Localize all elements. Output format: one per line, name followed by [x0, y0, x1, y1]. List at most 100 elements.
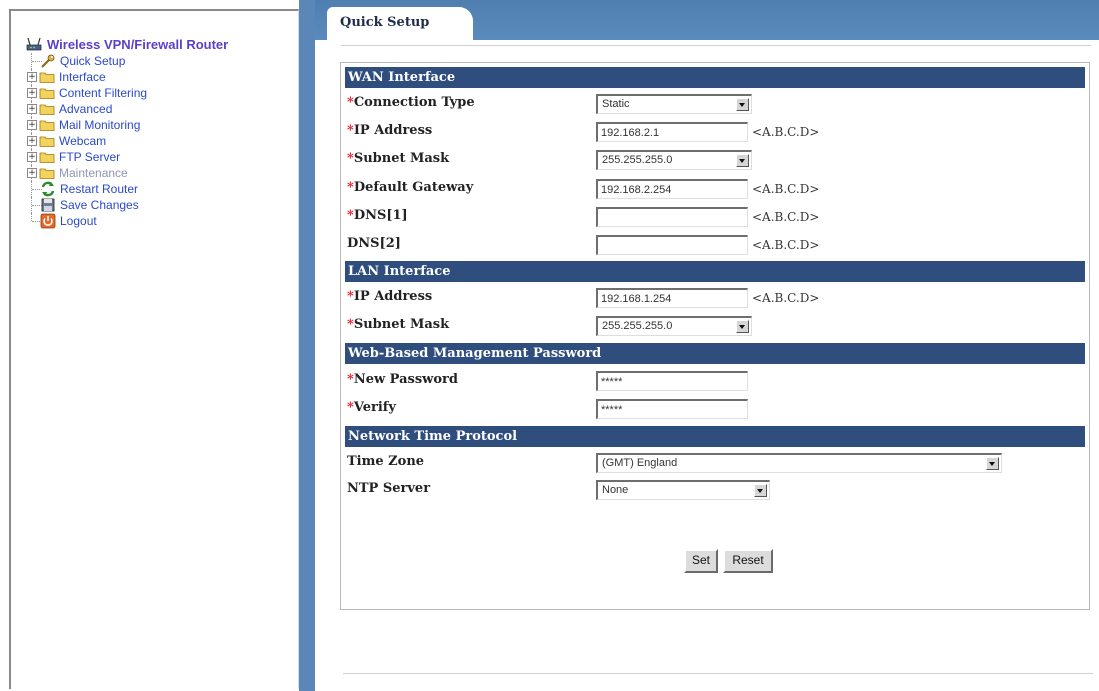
new-password-input[interactable] [596, 371, 748, 391]
required-marker: * [347, 151, 354, 166]
folder-icon [39, 136, 55, 147]
sidebar-item-interface[interactable]: + Interface [27, 69, 228, 85]
reset-button[interactable]: Reset [723, 549, 773, 573]
time-zone-select[interactable]: (GMT) England [596, 453, 1002, 473]
tree-root-label: Wireless VPN/Firewall Router [47, 36, 229, 52]
label-text: Time Zone [347, 454, 425, 469]
folder-icon [39, 104, 55, 115]
ntp-server-label: NTP Server [347, 481, 430, 496]
required-marker: * [347, 180, 354, 195]
expand-plus-icon[interactable]: + [27, 120, 37, 130]
sidebar-item-quick-setup[interactable]: Quick Setup [27, 53, 228, 69]
label-text: NTP Server [347, 481, 431, 496]
ntp-server-select[interactable]: None [596, 480, 770, 500]
default-gateway-label: *Default Gateway [347, 180, 473, 195]
section-title: LAN Interface [348, 264, 451, 279]
ip-format-hint: <A.B.C.D> [752, 125, 820, 139]
label-text: Connection Type [353, 95, 475, 110]
sidebar-item-ftp-server[interactable]: + FTP Server [27, 149, 228, 165]
dropdown-arrow-icon[interactable] [754, 484, 767, 497]
dropdown-arrow-icon[interactable] [736, 154, 749, 167]
dns1-input[interactable] [596, 207, 748, 227]
verify-password-input[interactable] [596, 399, 748, 419]
lan-ip-address-label: *IP Address [347, 289, 432, 304]
content-frame: Quick Setup WAN Interface *Connection Ty… [315, 0, 1099, 691]
expand-plus-icon[interactable]: + [27, 136, 37, 146]
divider [341, 45, 1091, 46]
sidebar-item-restart-router[interactable]: Restart Router [27, 181, 228, 197]
required-marker: * [347, 208, 354, 223]
select-value: (GMT) England [602, 457, 678, 469]
lan-subnet-mask-select[interactable]: 255.255.255.0 [596, 316, 752, 336]
sidebar-item-label: Logout [60, 214, 97, 228]
required-marker: * [347, 289, 354, 304]
lan-ip-address-input[interactable] [596, 288, 748, 308]
wan-subnet-mask-select[interactable]: 255.255.255.0 [596, 150, 752, 170]
frame-divider[interactable] [299, 0, 315, 691]
dns2-label: DNS[2] [347, 236, 401, 251]
expand-plus-icon[interactable]: + [27, 168, 37, 178]
divider [343, 673, 1093, 674]
default-gateway-input[interactable] [596, 179, 748, 199]
sidebar-item-label: Save Changes [60, 198, 139, 212]
tab-bar: Quick Setup [315, 0, 1099, 40]
sidebar-item-label: Mail Monitoring [59, 118, 141, 132]
select-value: Static [602, 98, 630, 110]
sidebar-item-label: Maintenance [59, 166, 128, 180]
sidebar-item-label: Interface [59, 70, 106, 84]
sidebar-item-maintenance[interactable]: + Maintenance [27, 165, 228, 181]
expand-plus-icon[interactable]: + [27, 72, 37, 82]
tree-root-router[interactable]: Wireless VPN/Firewall Router [25, 35, 228, 53]
save-icon [41, 198, 55, 212]
time-zone-label: Time Zone [347, 454, 424, 469]
connection-type-select[interactable]: Static [596, 94, 752, 114]
folder-icon [39, 120, 55, 131]
label-text: Subnet Mask [353, 151, 450, 166]
folder-icon [39, 72, 55, 83]
sidebar-item-save-changes[interactable]: Save Changes [27, 197, 228, 213]
label-text: IP Address [353, 289, 433, 304]
tab-label: Quick Setup [340, 15, 430, 30]
tab-quick-setup[interactable]: Quick Setup [327, 7, 473, 40]
dropdown-arrow-icon[interactable] [736, 320, 749, 333]
sidebar-item-label: Quick Setup [60, 54, 126, 68]
section-header-wan: WAN Interface [345, 67, 1085, 88]
section-title: Network Time Protocol [348, 429, 518, 444]
sidebar-item-advanced[interactable]: + Advanced [27, 101, 228, 117]
navigation-tree: Wireless VPN/Firewall Router Quick Setup… [25, 35, 228, 229]
sidebar-item-label: Restart Router [60, 182, 139, 196]
expand-plus-icon[interactable]: + [27, 88, 37, 98]
wan-ip-address-label: *IP Address [347, 123, 432, 138]
sidebar-item-webcam[interactable]: + Webcam [27, 133, 228, 149]
connection-type-label: *Connection Type [347, 95, 475, 110]
folder-icon [39, 88, 55, 99]
label-text: Verify [353, 400, 396, 415]
dns2-input[interactable] [596, 235, 748, 255]
expand-plus-icon[interactable]: + [27, 104, 37, 114]
required-marker: * [347, 95, 354, 110]
sidebar-item-label: Webcam [59, 134, 107, 148]
dropdown-arrow-icon[interactable] [986, 457, 999, 470]
wan-ip-address-input[interactable] [596, 122, 748, 142]
folder-icon [39, 152, 55, 163]
dropdown-arrow-icon[interactable] [736, 98, 749, 111]
quick-setup-form: WAN Interface *Connection Type Static *I… [340, 62, 1090, 610]
sidebar-item-content-filtering[interactable]: + Content Filtering [27, 85, 228, 101]
set-button[interactable]: Set [684, 549, 718, 573]
dns1-label: *DNS[1] [347, 208, 408, 223]
expand-plus-icon[interactable]: + [27, 152, 37, 162]
ip-format-hint: <A.B.C.D> [752, 291, 820, 305]
power-icon [40, 213, 56, 229]
sidebar-item-label: FTP Server [59, 150, 121, 164]
section-header-password: Web-Based Management Password [345, 343, 1085, 364]
navigation-tree-panel: Wireless VPN/Firewall Router Quick Setup… [9, 9, 299, 689]
sidebar-item-logout[interactable]: Logout [27, 213, 228, 229]
wrench-icon [41, 54, 55, 68]
ip-format-hint: <A.B.C.D> [752, 210, 820, 224]
wan-subnet-mask-label: *Subnet Mask [347, 151, 449, 166]
label-text: DNS[1] [353, 208, 408, 223]
section-header-ntp: Network Time Protocol [345, 426, 1085, 447]
required-marker: * [347, 123, 354, 138]
required-marker: * [347, 372, 354, 387]
sidebar-item-mail-monitoring[interactable]: + Mail Monitoring [27, 117, 228, 133]
